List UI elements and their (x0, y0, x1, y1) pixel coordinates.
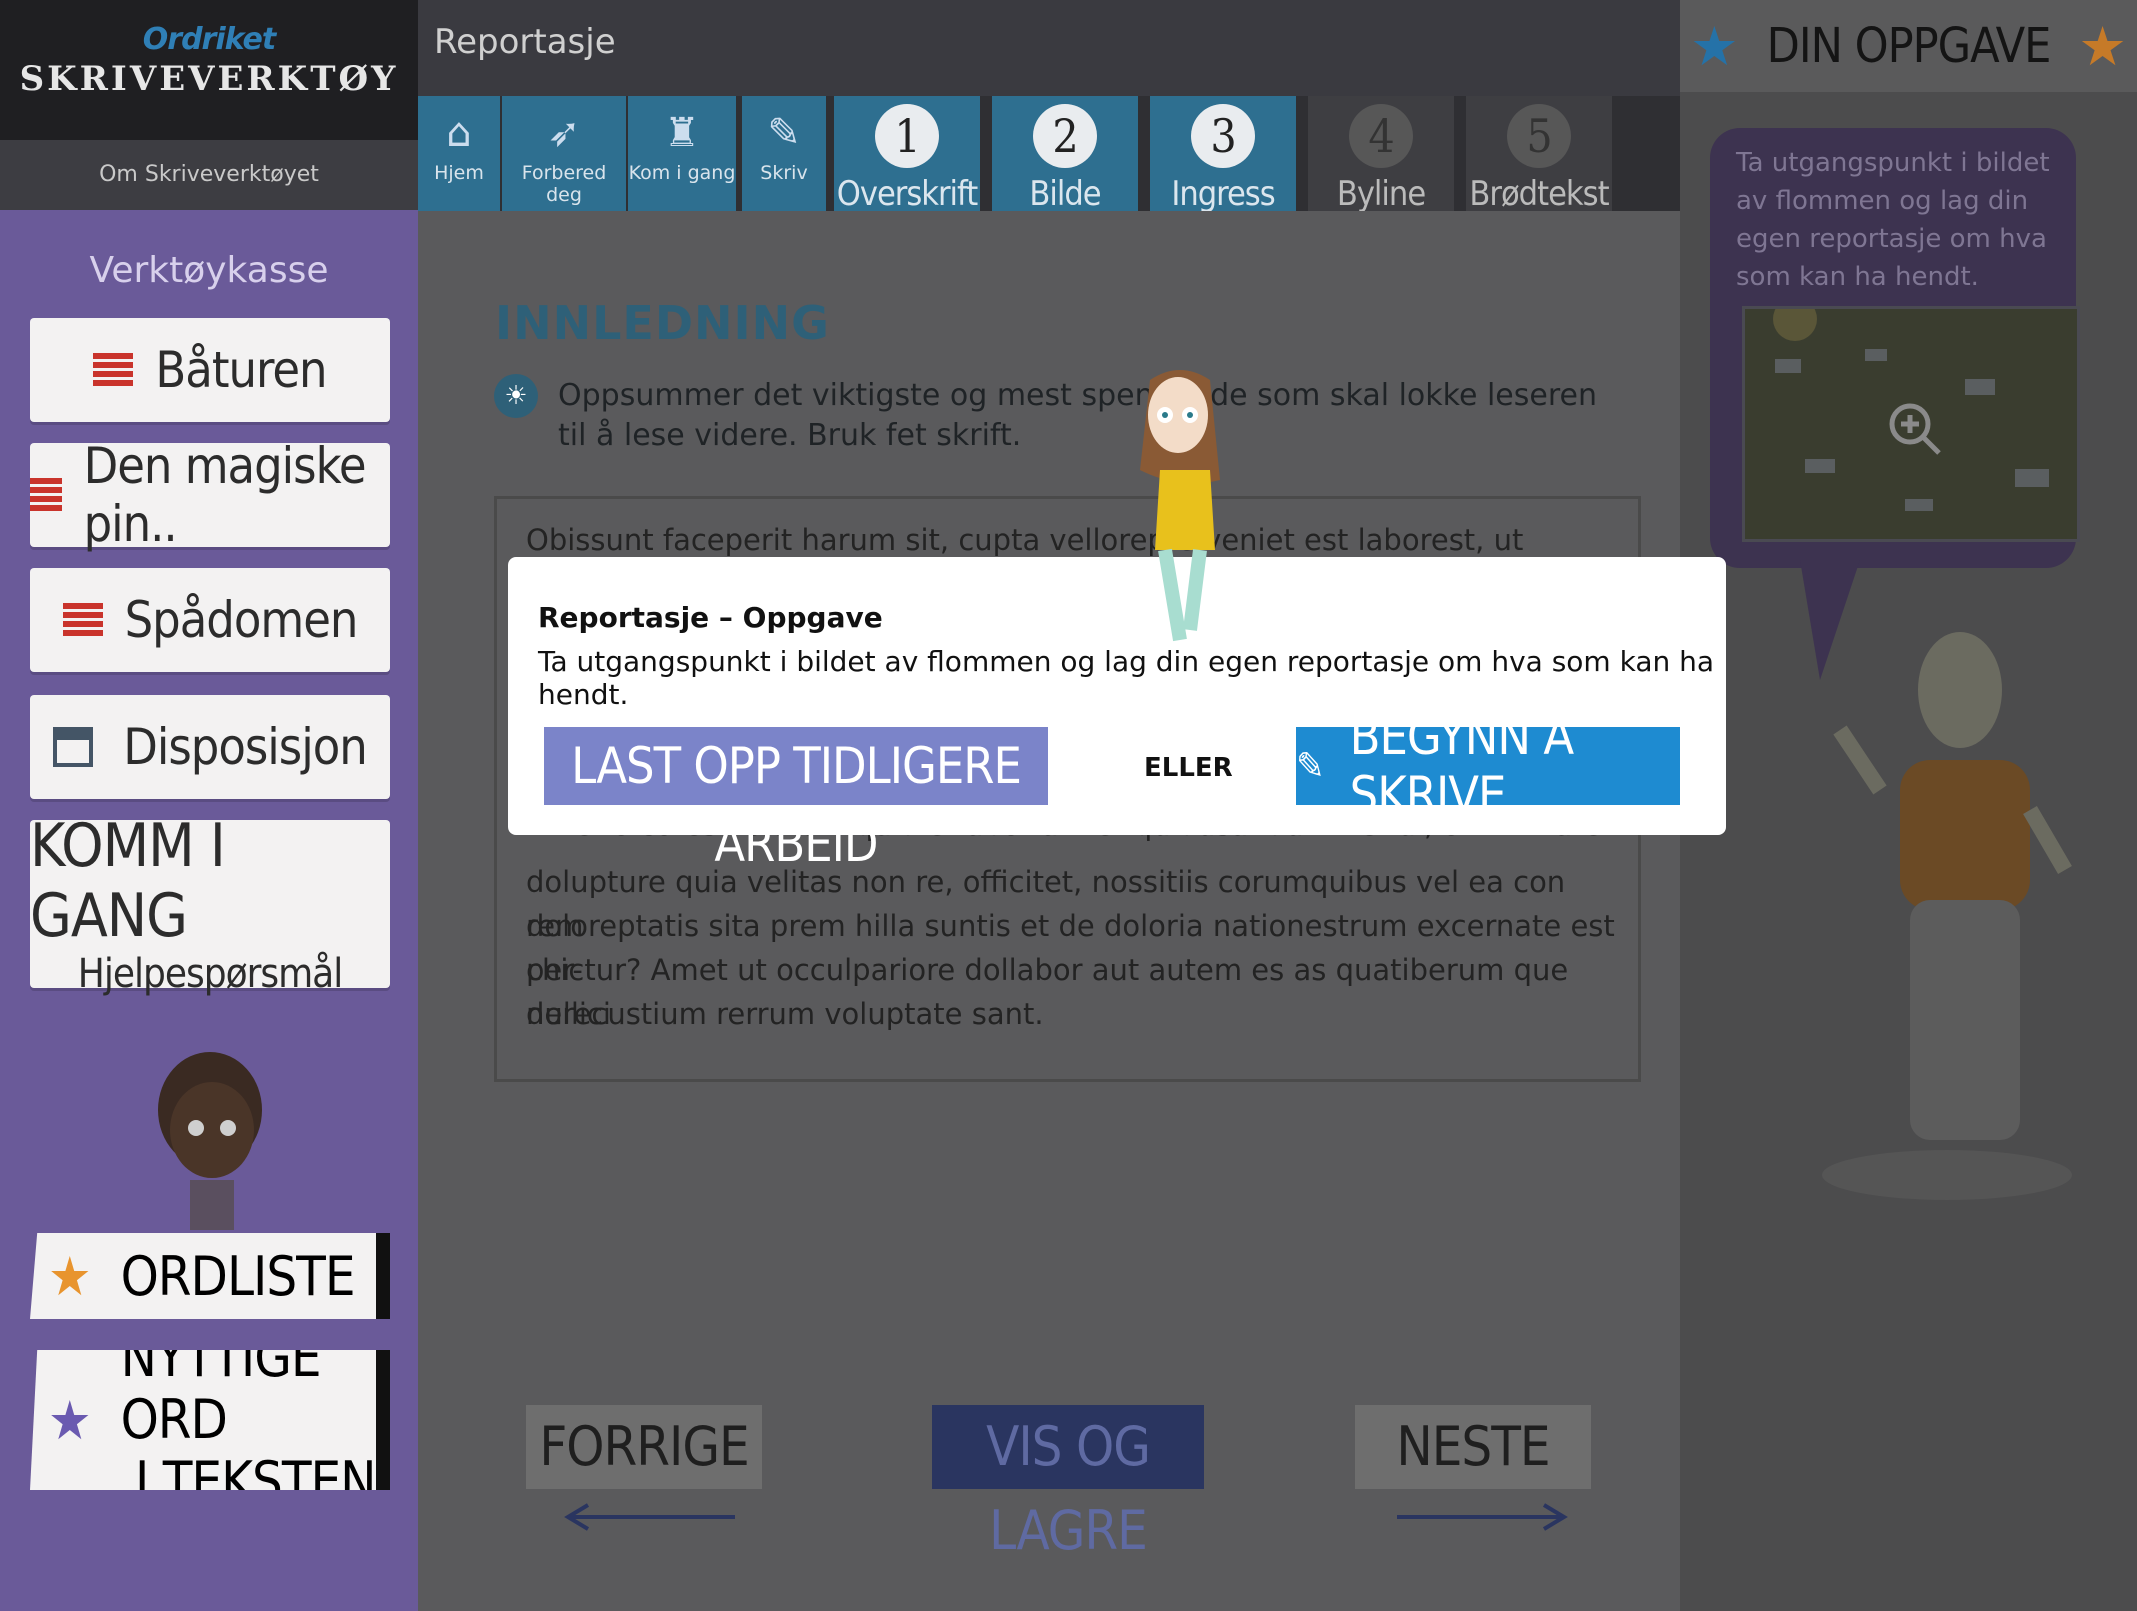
task-dialog: Reportasje – Oppgave Ta utgangspunkt i b… (508, 557, 1726, 873)
start-writing-button[interactable]: ✎ BEGYNN Å SKRIVE (1296, 708, 1680, 824)
dialog-title: Reportasje – Oppgave (538, 601, 883, 634)
edit-icon: ✎ (1296, 744, 1325, 788)
dialog-text: Ta utgangspunkt i bildet av flommen og l… (538, 645, 1715, 711)
start-writing-label: BEGYNN Å SKRIVE (1349, 708, 1574, 824)
upload-previous-button[interactable]: LAST OPP TIDLIGERE ARBEID (544, 727, 1048, 873)
or-label: ELLER (1144, 753, 1233, 783)
girl-illustration (1140, 370, 1220, 642)
